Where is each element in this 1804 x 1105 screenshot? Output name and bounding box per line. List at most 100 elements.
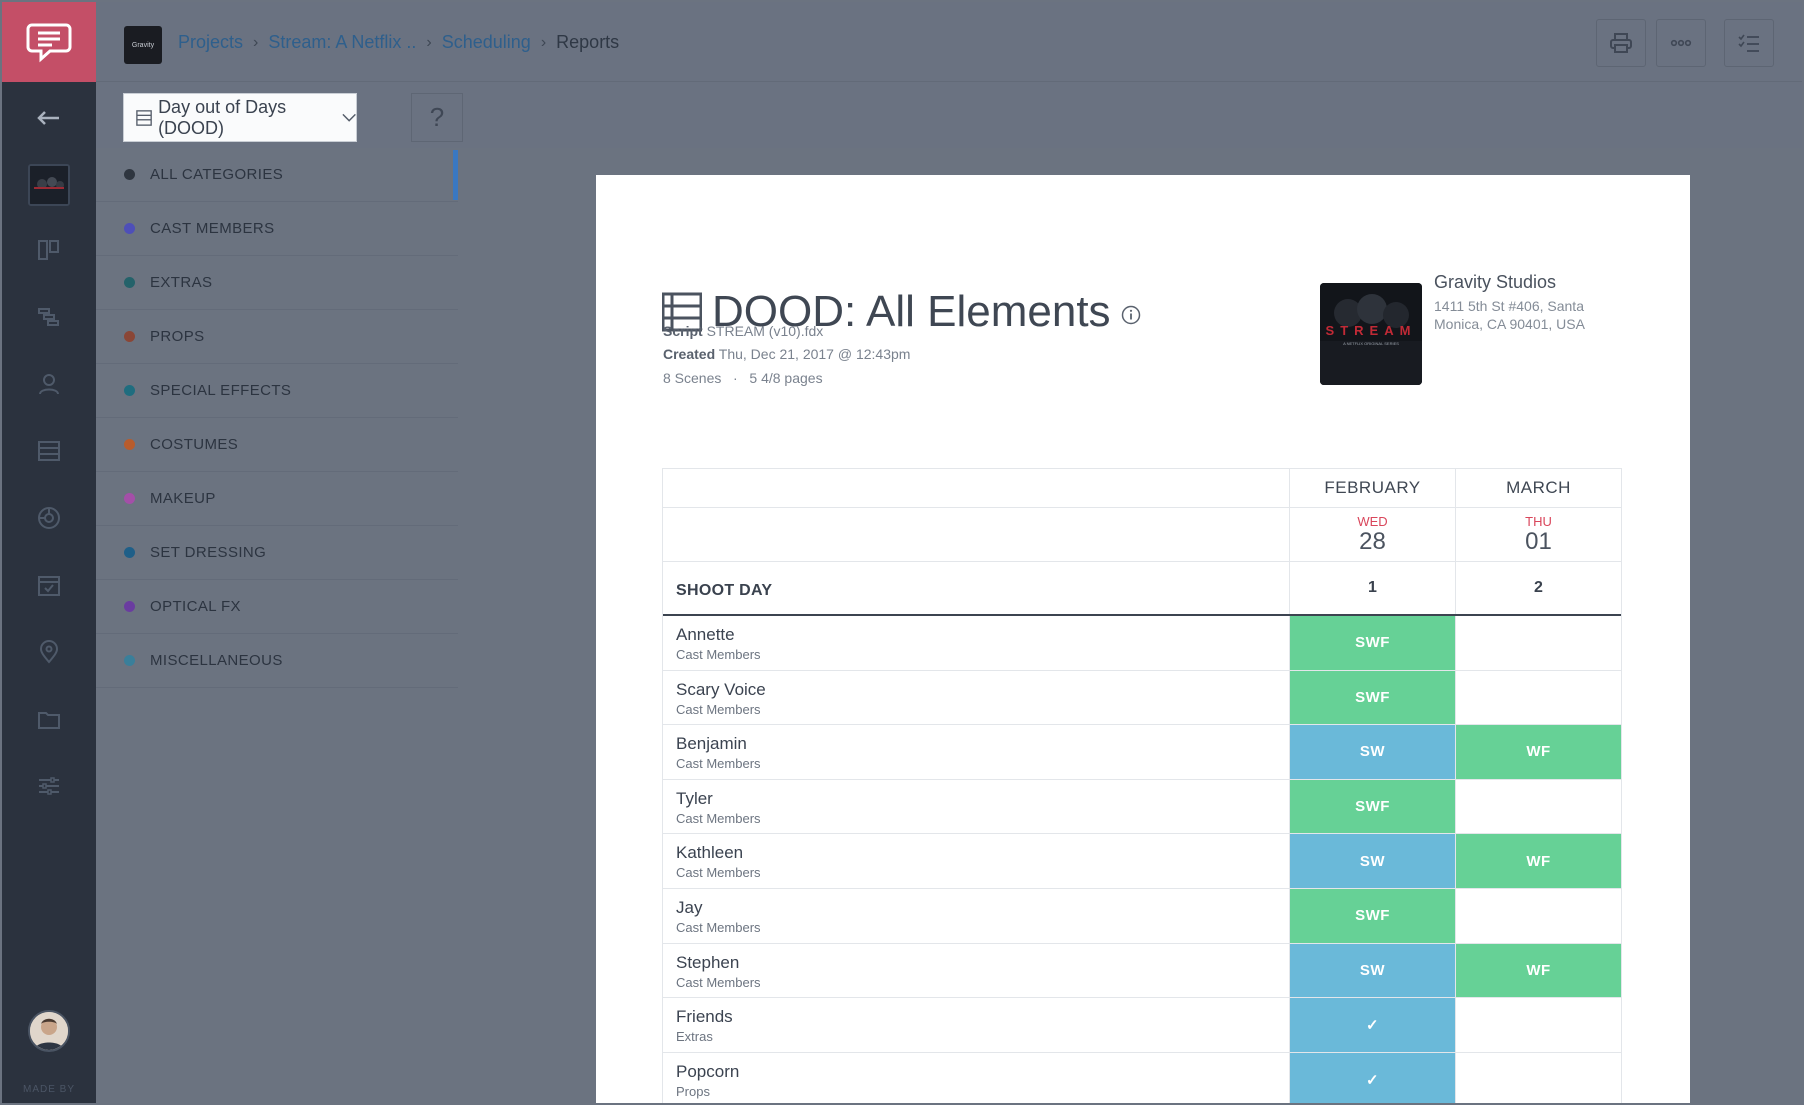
shot-icon[interactable] (2, 498, 96, 538)
user-avatar[interactable] (28, 1010, 70, 1052)
day-of-week: THU (1525, 514, 1552, 529)
top-bar: Gravity Projects › Stream: A Netflix .. … (96, 2, 1802, 82)
cast-icon[interactable] (2, 364, 96, 404)
studio-address-line2: Monica, CA 90401, USA (1434, 316, 1585, 332)
element-category: Cast Members (676, 756, 761, 772)
category-item[interactable]: SPECIAL EFFECTS (96, 364, 458, 418)
chevron-right-icon: › (253, 33, 259, 51)
project-poster: STREAM A NETFLIX ORIGINAL SERIES (1320, 283, 1422, 385)
table-row: Benjamin Cast Members SW WF (663, 725, 1621, 780)
day-status-cell: SWF (1289, 888, 1455, 943)
category-item[interactable]: PROPS (96, 310, 458, 364)
folder-icon[interactable] (2, 699, 96, 739)
location-icon[interactable] (2, 632, 96, 672)
category-color-dot (124, 331, 135, 342)
schedule-icon[interactable] (2, 297, 96, 337)
category-color-dot (124, 223, 135, 234)
category-item[interactable]: SET DRESSING (96, 526, 458, 580)
element-name: Benjamin (676, 734, 747, 754)
created-label: Created (663, 346, 716, 362)
table-icon (136, 109, 152, 126)
table-row: Kathleen Cast Members SW WF (663, 834, 1621, 889)
category-item[interactable]: EXTRAS (96, 256, 458, 310)
report-area: DOOD: All Elements Script STREAM (v10).f… (458, 148, 1802, 1103)
shoot-day-row: SHOOT DAY 1 2 (663, 562, 1621, 616)
breadcrumb-scheduling[interactable]: Scheduling (442, 32, 531, 53)
day-number: 28 (1359, 528, 1386, 555)
studio-name: Gravity Studios (1434, 272, 1557, 292)
month-label: FEBRUARY (1324, 478, 1421, 497)
day-number: 01 (1525, 528, 1552, 555)
printer-icon (1610, 33, 1632, 53)
element-name: Jay (676, 897, 703, 917)
day-status-cell: SW (1289, 834, 1455, 888)
studio-address-line1: 1411 5th St #406, Santa (1434, 298, 1584, 314)
day-status-cell: SWF (1289, 779, 1455, 834)
category-item[interactable]: MAKEUP (96, 472, 458, 526)
table-row: Annette Cast Members SWF (663, 616, 1621, 671)
day-status-cell: ✓ (1289, 1052, 1455, 1103)
day-status-cell (1455, 670, 1621, 725)
table-row: Tyler Cast Members SWF (663, 779, 1621, 835)
month-header-row: FEBRUARY MARCH (663, 468, 1621, 508)
info-icon[interactable] (1121, 305, 1141, 325)
checklist-icon (1738, 34, 1759, 52)
back-arrow-icon[interactable] (2, 98, 96, 138)
studio-info: Gravity Studios 1411 5th St #406, Santa … (1434, 272, 1585, 333)
day-status-cell: WF (1455, 943, 1621, 998)
category-color-dot (124, 385, 135, 396)
report-type-select[interactable]: Day out of Days (DOOD) (123, 93, 357, 142)
app-logo[interactable] (2, 2, 96, 82)
category-item[interactable]: OPTICAL FX (96, 580, 458, 634)
element-category: Cast Members (676, 919, 761, 935)
company-logo[interactable]: Gravity (124, 26, 162, 64)
day-of-week: WED (1357, 514, 1388, 529)
breadcrumb-project[interactable]: Stream: A Netflix .. (268, 32, 416, 53)
month-label: MARCH (1506, 478, 1571, 497)
element-name: Annette (676, 625, 735, 644)
report-toolbar: Day out of Days (DOOD) ? (96, 82, 1802, 148)
day-status-cell: SW (1289, 943, 1455, 998)
calendar-icon[interactable] (2, 565, 96, 605)
category-label: ALL CATEGORIES (150, 166, 284, 183)
element-name: Kathleen (676, 843, 744, 863)
category-color-dot (124, 601, 135, 612)
element-category: Cast Members (676, 647, 761, 662)
day-status-cell (1455, 888, 1621, 943)
category-item[interactable]: ALL CATEGORIES (96, 148, 458, 202)
category-color-dot (124, 493, 135, 504)
category-label: SPECIAL EFFECTS (150, 382, 292, 399)
more-options-button[interactable] (1656, 19, 1706, 67)
board-icon[interactable] (2, 230, 96, 270)
table-row: Friends Extras ✓ (663, 998, 1621, 1053)
chevron-right-icon: › (426, 33, 432, 51)
element-name: Scary Voice (676, 679, 766, 699)
created-value: Thu, Dec 21, 2017 @ 12:43pm (718, 346, 911, 362)
breadcrumb-current: Reports (556, 32, 620, 52)
category-color-dot (124, 277, 135, 288)
print-button[interactable] (1596, 19, 1646, 67)
day-status-cell: SW (1289, 725, 1455, 779)
category-item[interactable]: CAST MEMBERS (96, 202, 458, 256)
poster-subtitle: A NETFLIX ORIGINAL SERIES (1343, 341, 1399, 346)
day-status-cell: SWF (1289, 670, 1455, 725)
settings-sliders-icon[interactable] (2, 766, 96, 806)
element-rows: Annette Cast Members SWF Scary Voice Cast Me… (663, 616, 1621, 1103)
category-item[interactable]: MISCELLANEOUS (96, 634, 458, 688)
element-category: Cast Members (676, 974, 761, 990)
meta-separator: · (733, 370, 738, 386)
report-page: DOOD: All Elements Script STREAM (v10).f… (596, 175, 1690, 1103)
breadcrumb: Projects › Stream: A Netflix .. › Schedu… (178, 32, 619, 53)
stripboard-icon[interactable] (2, 431, 96, 471)
category-item[interactable]: COSTUMES (96, 418, 458, 472)
checklist-button[interactable] (1724, 19, 1774, 67)
help-button[interactable]: ? (411, 93, 463, 142)
page-count: 5 4/8 pages (749, 370, 823, 386)
table-row: Stephen Cast Members SW WF (663, 943, 1621, 999)
category-color-dot (124, 439, 135, 450)
element-category: Props (676, 1083, 710, 1099)
breadcrumb-projects[interactable]: Projects (178, 32, 243, 53)
project-thumbnail[interactable] (28, 164, 70, 206)
script-meta: Script STREAM (v10).fdx (663, 323, 823, 339)
shoot-day-number: 1 (1368, 579, 1377, 596)
